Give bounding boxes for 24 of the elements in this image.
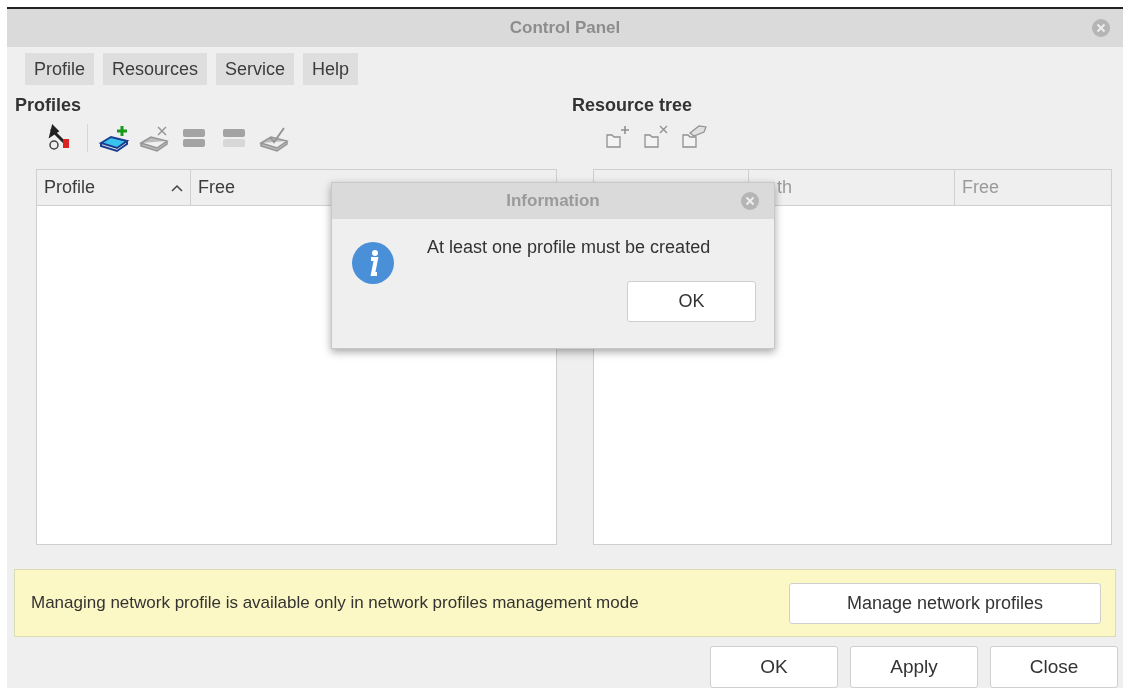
add-profile-icon[interactable] — [98, 123, 132, 153]
menu-item[interactable]: Resources — [103, 53, 208, 85]
dialog-button[interactable]: Apply — [850, 646, 978, 688]
dialog-button[interactable]: OK — [710, 646, 838, 688]
manage-network-profiles-button[interactable]: Manage network profiles — [789, 582, 1101, 624]
close-icon[interactable] — [740, 191, 760, 211]
column-label: th — [777, 176, 792, 199]
dialog-message: At least one profile must be created — [427, 236, 711, 259]
ok-button[interactable]: OK — [627, 281, 756, 322]
info-icon — [351, 241, 395, 285]
column-label: Free — [962, 176, 999, 199]
column-label: Profile — [44, 176, 96, 199]
dialog-button[interactable]: Close — [990, 646, 1118, 688]
section-title: Resource tree — [572, 94, 693, 117]
notice-text: Managing network profile is available only in network profiles management mode — [31, 592, 639, 615]
close-icon[interactable] — [1091, 18, 1111, 38]
window-title: Control Panel — [509, 17, 621, 40]
section-title: Profiles — [15, 94, 82, 117]
sort-up-icon — [171, 183, 183, 192]
menu-item[interactable]: Service — [216, 53, 295, 85]
menu-item[interactable]: Help — [303, 53, 359, 85]
dialog-title: Information — [506, 190, 600, 213]
menu-item[interactable]: Profile — [25, 53, 95, 85]
column-header[interactable]: Profile — [37, 170, 191, 205]
